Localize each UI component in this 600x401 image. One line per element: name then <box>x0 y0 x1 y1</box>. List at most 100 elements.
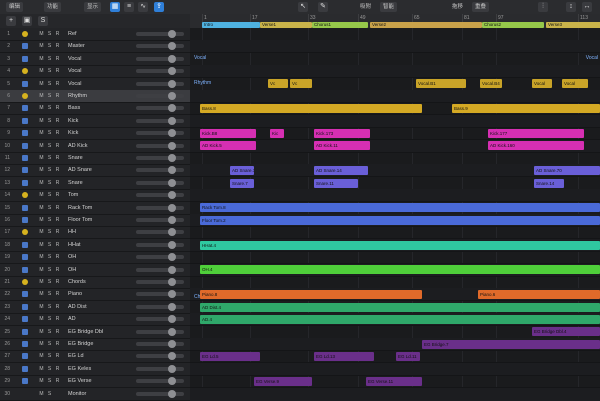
record-button[interactable]: R <box>54 154 61 162</box>
mute-button[interactable]: M <box>38 42 45 50</box>
audio-region[interactable]: Vocal <box>562 79 588 89</box>
volume-fader[interactable] <box>136 94 184 98</box>
solo-button[interactable]: S <box>46 340 53 348</box>
track-header[interactable]: 3 M S R Vocal <box>0 53 190 66</box>
record-button[interactable]: R <box>54 315 61 323</box>
mute-button[interactable]: M <box>38 129 45 137</box>
track-header[interactable]: 1 M S R Ref <box>0 28 190 41</box>
volume-fader[interactable] <box>136 131 184 136</box>
solo-button[interactable]: S <box>46 377 53 385</box>
track-header[interactable]: 22 M S R Piano <box>0 288 190 302</box>
audio-region[interactable]: AD Dist.4 <box>200 302 600 312</box>
volume-fader[interactable] <box>136 81 184 86</box>
volume-fader[interactable] <box>136 143 184 148</box>
audio-region[interactable]: EG Ld.11 <box>396 352 420 362</box>
pan-knob[interactable] <box>168 92 176 100</box>
track-header[interactable]: 21 M S R Chords <box>0 276 190 289</box>
track-header[interactable]: 19 M S R OH <box>0 251 190 265</box>
audio-region[interactable]: Rack Tom.8 <box>200 203 600 213</box>
pan-knob[interactable] <box>168 116 176 125</box>
mute-button[interactable]: M <box>38 154 45 162</box>
mute-button[interactable]: M <box>38 166 45 174</box>
solo-button[interactable]: S <box>46 253 53 261</box>
track-header[interactable]: 17 M S R HH <box>0 226 190 240</box>
track-header[interactable]: 23 M S R AD Dist <box>0 301 190 314</box>
audio-region[interactable]: AD Kick.11 <box>314 141 370 151</box>
volume-fader[interactable] <box>136 280 184 284</box>
solo-button[interactable]: S <box>46 290 53 298</box>
mute-button[interactable]: M <box>38 390 45 398</box>
solo-button[interactable]: S <box>46 154 53 162</box>
track-header[interactable]: 11 M S R Snare <box>0 152 190 165</box>
volume-fader[interactable] <box>136 44 184 49</box>
volume-fader[interactable] <box>136 32 184 36</box>
arrange-area[interactable]: VocalVocalRhythmChordsChordsVcVcVocal.B1… <box>190 28 600 400</box>
track-header[interactable]: 16 M S R Floor Tom <box>0 214 190 227</box>
track-lane[interactable] <box>190 387 600 400</box>
audio-region[interactable]: EG Ld.5 <box>200 352 260 362</box>
track-header[interactable]: 8 M S R Kick <box>0 115 190 128</box>
mute-button[interactable]: M <box>38 315 45 323</box>
upload-icon[interactable]: ⇪ <box>154 2 164 12</box>
solo-button[interactable]: S <box>46 191 53 199</box>
mute-button[interactable]: M <box>38 290 45 298</box>
mute-button[interactable]: M <box>38 191 45 199</box>
record-button[interactable]: R <box>54 328 61 336</box>
audio-region[interactable]: EG Verse.9 <box>254 376 312 386</box>
audio-region[interactable]: Vocal.B1 <box>416 79 466 89</box>
solo-button[interactable]: S <box>46 142 53 150</box>
track-lane[interactable] <box>190 276 600 289</box>
pan-knob[interactable] <box>168 178 176 187</box>
volume-fader[interactable] <box>136 180 184 185</box>
pan-knob[interactable] <box>168 340 176 348</box>
track-header[interactable]: 9 M S R Kick <box>0 127 190 141</box>
volume-fader[interactable] <box>136 292 184 297</box>
mute-button[interactable]: M <box>38 204 45 212</box>
audio-region[interactable]: AD Snare.70 <box>534 166 600 176</box>
track-header[interactable]: 20 M S R OH <box>0 264 190 277</box>
solo-button[interactable]: S <box>46 204 53 212</box>
pan-knob[interactable] <box>168 265 176 274</box>
record-button[interactable]: R <box>54 228 61 236</box>
track-lane[interactable] <box>190 189 600 203</box>
audio-region[interactable]: Kick.B8 <box>200 128 256 138</box>
mute-button[interactable]: M <box>38 266 45 274</box>
track-header[interactable]: 7 M S R Bass <box>0 102 190 116</box>
record-button[interactable]: R <box>54 241 61 249</box>
audio-region[interactable]: Kick.173 <box>314 128 370 138</box>
flex-icon[interactable]: S <box>38 16 48 26</box>
pan-knob[interactable] <box>168 79 176 88</box>
track-header[interactable]: 5 M S R Vocal <box>0 78 190 91</box>
record-button[interactable]: R <box>54 303 61 311</box>
waveform-zoom-icon[interactable]: ⫶ <box>538 2 548 12</box>
zoom-horizontal-icon[interactable]: ↔ <box>582 2 592 12</box>
track-lane[interactable] <box>190 65 600 79</box>
track-lane[interactable] <box>190 90 600 103</box>
waveform-icon[interactable]: ∿ <box>138 2 148 12</box>
track-lane[interactable] <box>190 251 600 265</box>
mute-button[interactable]: M <box>38 104 45 112</box>
pan-knob[interactable] <box>168 278 176 286</box>
record-button[interactable]: R <box>54 253 61 261</box>
track-lane[interactable] <box>190 53 600 66</box>
audio-region[interactable]: Floor Tom.2 <box>200 215 600 225</box>
record-button[interactable]: R <box>54 278 61 286</box>
mute-button[interactable]: M <box>38 228 45 236</box>
pointer-tool-icon[interactable]: ↖ <box>298 2 308 12</box>
volume-fader[interactable] <box>136 118 184 123</box>
audio-region[interactable]: AD Snare.14 <box>314 166 368 176</box>
record-button[interactable]: R <box>54 104 61 112</box>
pan-knob[interactable] <box>168 228 176 237</box>
solo-button[interactable]: S <box>46 315 53 323</box>
record-button[interactable]: R <box>54 55 61 63</box>
mute-button[interactable]: M <box>38 55 45 63</box>
audio-region[interactable]: HHat.4 <box>200 240 600 250</box>
solo-button[interactable]: S <box>46 266 53 274</box>
audio-region[interactable]: OH.4 <box>200 265 600 275</box>
volume-fader[interactable] <box>136 56 184 61</box>
pan-knob[interactable] <box>168 216 176 224</box>
audio-region[interactable]: Piano.8 <box>200 290 422 300</box>
track-header[interactable]: 28 M S R EG Keles <box>0 363 190 376</box>
pan-knob[interactable] <box>168 141 176 150</box>
volume-fader[interactable] <box>136 205 184 210</box>
